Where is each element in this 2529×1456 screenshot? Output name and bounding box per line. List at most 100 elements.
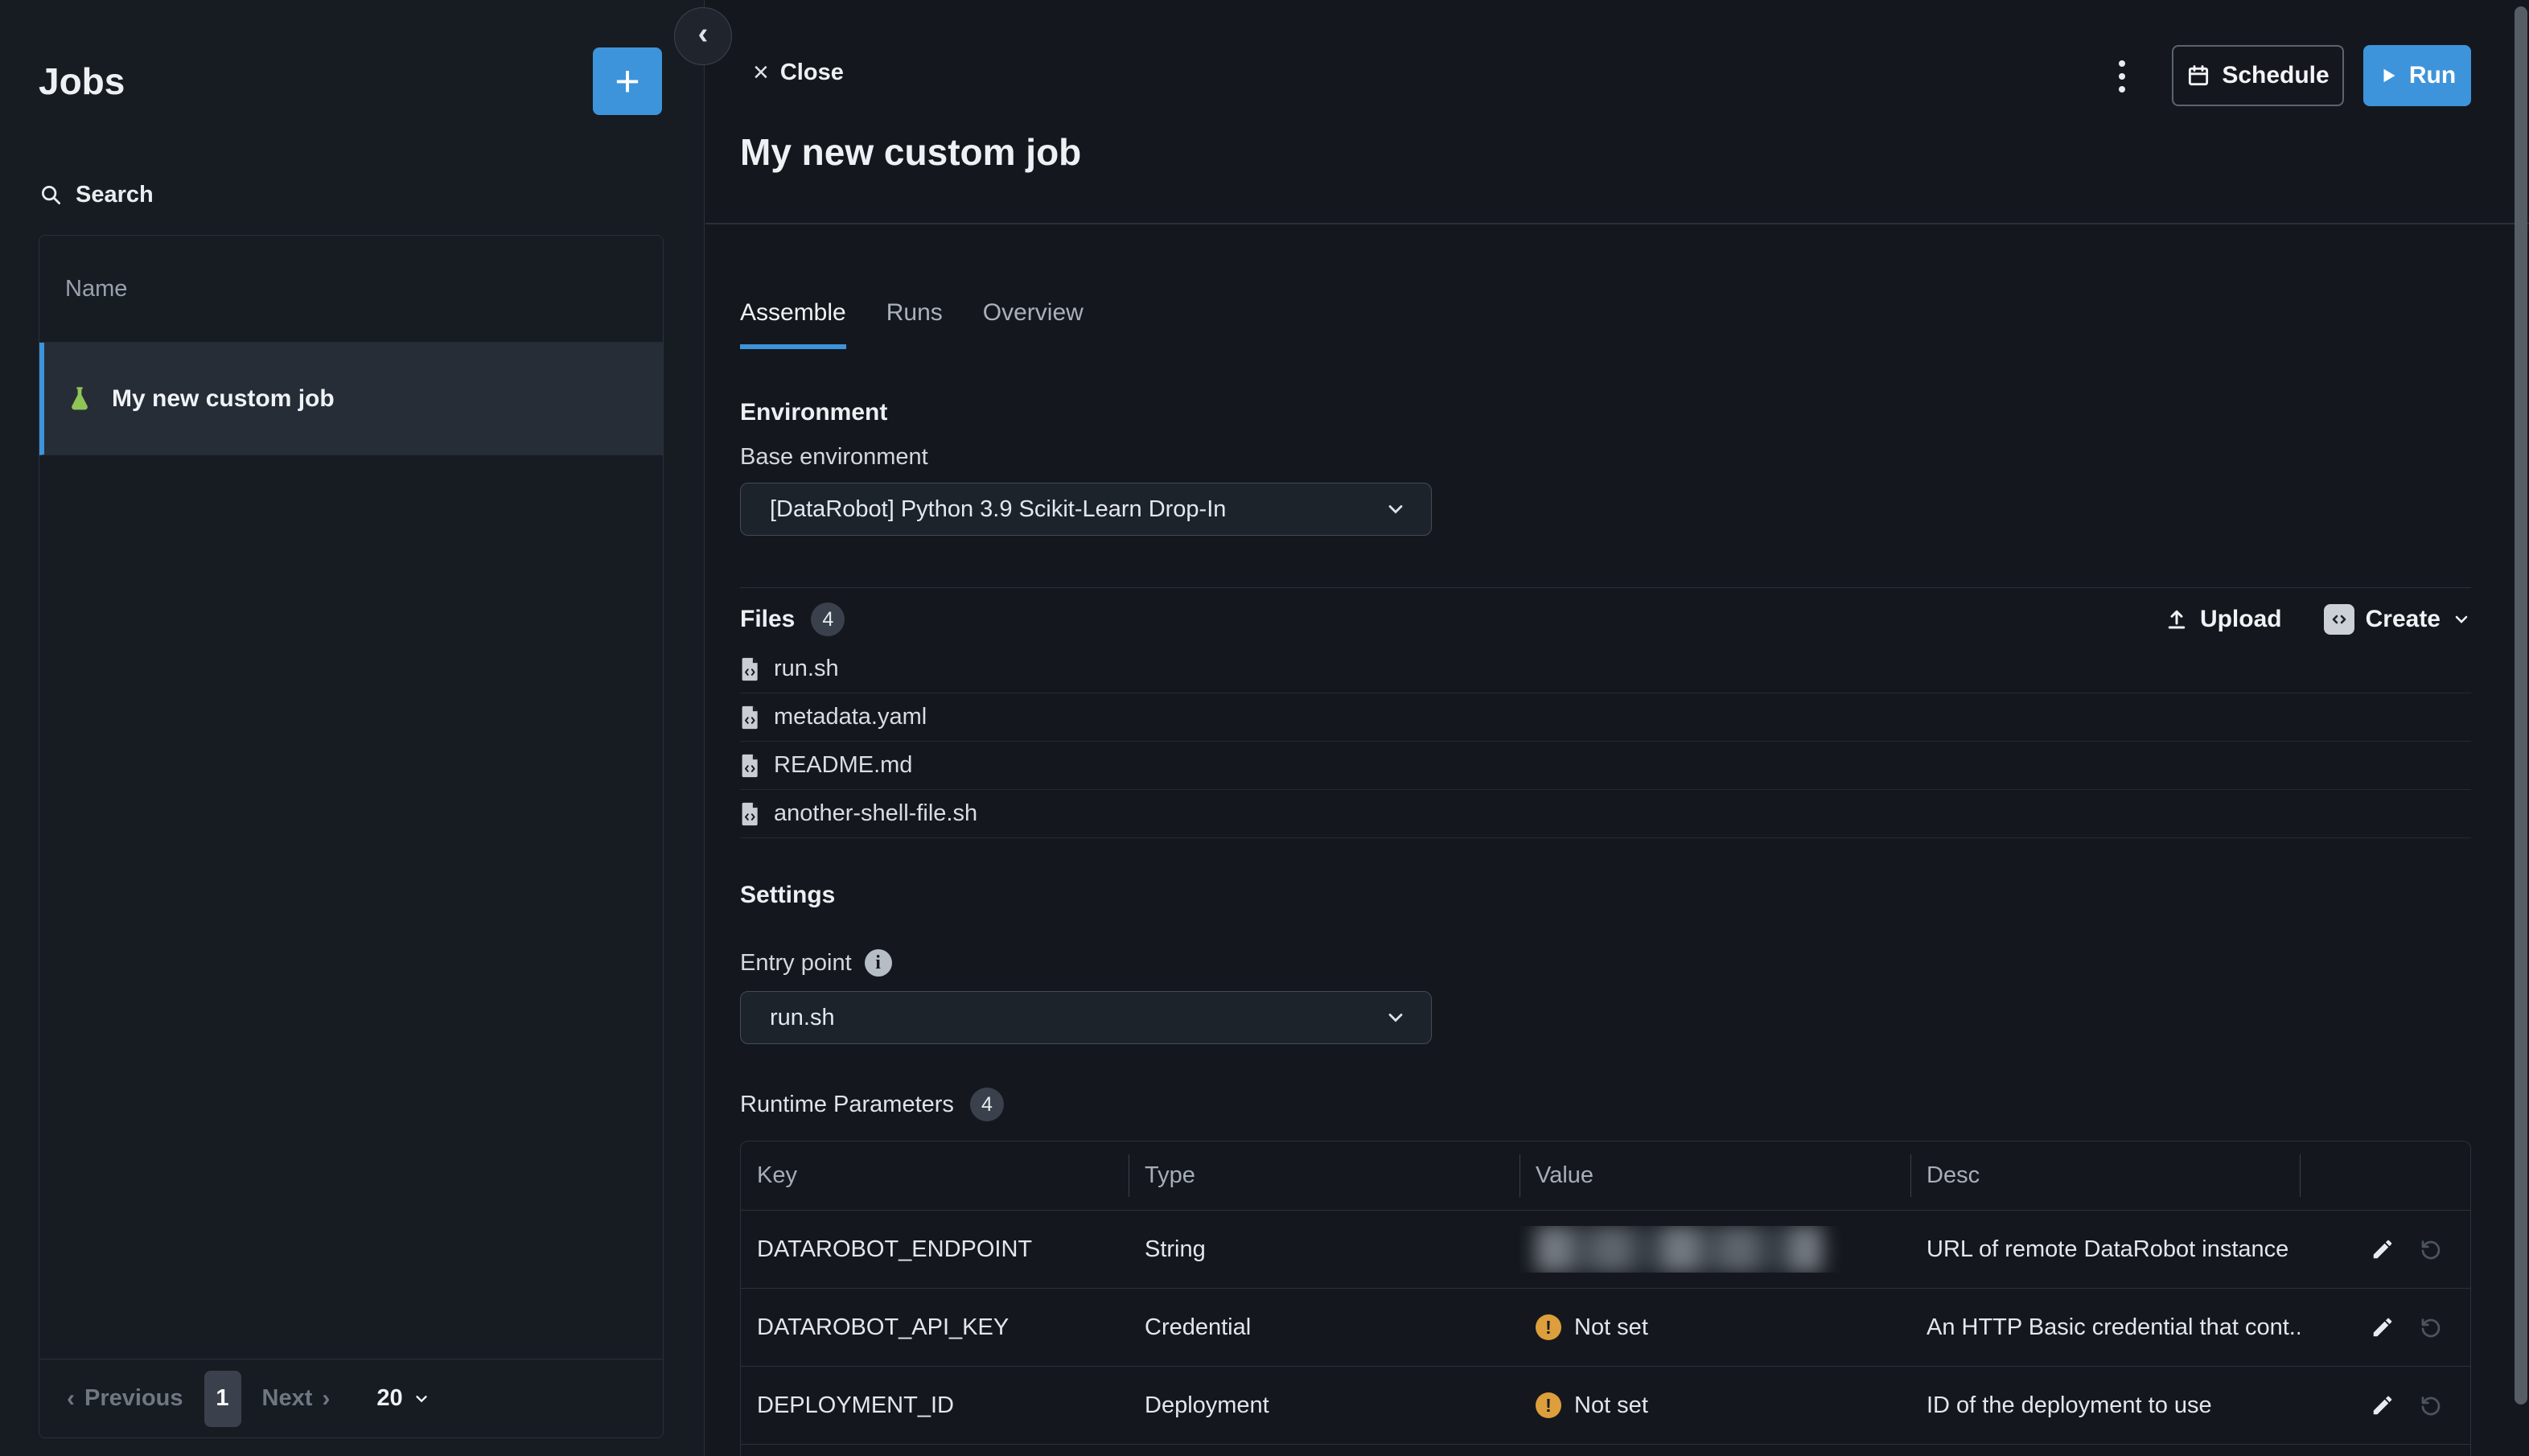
runtime-parameters-header: Runtime Parameters 4: [740, 1088, 1004, 1121]
base-environment-select[interactable]: [DataRobot] Python 3.9 Scikit-Learn Drop…: [740, 483, 1432, 536]
kebab-dot: [2119, 73, 2125, 80]
column-header-value: Value: [1519, 1141, 1910, 1210]
param-actions: [2300, 1315, 2470, 1339]
run-button[interactable]: Run: [2363, 45, 2471, 106]
chevron-right-icon: ›: [322, 1385, 330, 1413]
close-label: Close: [780, 60, 844, 86]
section-divider: [740, 587, 2471, 588]
param-type: Deployment: [1129, 1392, 1519, 1419]
create-label: Create: [2366, 606, 2441, 633]
tab-assemble[interactable]: Assemble: [740, 299, 846, 349]
column-header-desc: Desc: [1910, 1141, 2300, 1210]
base-environment-label: Base environment: [740, 444, 928, 471]
file-row[interactable]: README.md: [740, 742, 2471, 790]
settings-heading: Settings: [740, 882, 835, 909]
detail-tabs: Assemble Runs Overview: [740, 299, 1084, 349]
files-actions: Upload Create: [2165, 604, 2471, 635]
param-desc: URL of remote DataRobot instance: [1910, 1236, 2300, 1263]
base-environment-value: [DataRobot] Python 3.9 Scikit-Learn Drop…: [770, 496, 1226, 523]
param-value-text: Not set: [1574, 1314, 1648, 1341]
vertical-scrollbar[interactable]: [2513, 0, 2529, 1456]
tab-overview[interactable]: Overview: [983, 299, 1084, 349]
table-row: DATAROBOT_ENDPOINT String URL of remote …: [741, 1211, 2470, 1289]
previous-page-button[interactable]: ‹ Previous: [67, 1385, 183, 1413]
param-key: DEPLOYMENT_ID: [741, 1392, 1129, 1419]
header-divider: [705, 223, 2529, 224]
chevron-down-icon: [1384, 1006, 1407, 1029]
upload-label: Upload: [2200, 606, 2282, 633]
param-type: Credential: [1129, 1314, 1519, 1341]
add-job-button[interactable]: +: [593, 47, 662, 115]
reset-icon[interactable]: [2419, 1393, 2443, 1417]
entry-point-value: run.sh: [770, 1005, 835, 1031]
next-label: Next: [262, 1385, 313, 1412]
chevron-left-icon: ‹: [698, 17, 709, 51]
files-count-badge: 4: [811, 603, 845, 636]
jobs-sidebar: Jobs + Search Name My new custom: [0, 0, 705, 1456]
column-header-actions: [2300, 1141, 2470, 1210]
info-icon[interactable]: i: [865, 949, 892, 977]
search-icon: [39, 183, 63, 207]
param-desc: ID of the deployment to use: [1910, 1392, 2300, 1419]
flask-icon: [65, 385, 94, 413]
file-row[interactable]: metadata.yaml: [740, 693, 2471, 742]
file-row[interactable]: another-shell-file.sh: [740, 790, 2471, 838]
more-actions-button[interactable]: [2101, 45, 2143, 108]
entry-point-label-row: Entry point i: [740, 949, 892, 977]
job-list-item[interactable]: My new custom job: [39, 343, 663, 455]
scrollbar-thumb[interactable]: [2515, 6, 2527, 1405]
param-value: ! Not set: [1519, 1314, 1910, 1341]
file-row[interactable]: run.sh: [740, 645, 2471, 693]
environment-heading: Environment: [740, 399, 887, 426]
column-header-key: Key: [741, 1141, 1129, 1210]
chevron-down-icon: [2452, 610, 2471, 629]
param-actions: [2300, 1237, 2470, 1261]
reset-icon[interactable]: [2419, 1315, 2443, 1339]
job-item-label: My new custom job: [112, 385, 335, 413]
collapse-sidebar-button[interactable]: ‹: [674, 7, 732, 65]
column-header-type: Type: [1129, 1141, 1519, 1210]
files-heading-wrap: Files 4: [740, 603, 845, 636]
tab-runs[interactable]: Runs: [886, 299, 943, 349]
search-toggle[interactable]: Search: [39, 177, 154, 212]
file-icon: [740, 802, 761, 826]
kebab-dot: [2119, 60, 2125, 67]
jobs-app: Jobs + Search Name My new custom: [0, 0, 2529, 1456]
edit-icon[interactable]: [2371, 1315, 2395, 1339]
param-key: DATAROBOT_ENDPOINT: [741, 1236, 1129, 1263]
warning-icon: !: [1536, 1392, 1561, 1418]
next-page-button[interactable]: Next ›: [262, 1385, 331, 1413]
file-name: metadata.yaml: [774, 704, 927, 730]
param-value: ! Not set: [1519, 1392, 1910, 1419]
schedule-button[interactable]: Schedule: [2172, 45, 2344, 106]
param-type: String: [1129, 1236, 1519, 1263]
edit-icon[interactable]: [2371, 1237, 2395, 1261]
close-detail-button[interactable]: × Close: [753, 55, 844, 90]
reset-icon[interactable]: [2419, 1237, 2443, 1261]
runtime-parameters-table: Key Type Value Desc DATAROBOT_ENDPOINT S…: [740, 1141, 2471, 1456]
close-icon: ×: [753, 59, 769, 86]
files-heading: Files: [740, 606, 795, 633]
table-row: DATAROBOT_API_KEY Credential ! Not set A…: [741, 1289, 2470, 1367]
page-size-value: 20: [376, 1385, 402, 1412]
files-header: Files 4 Upload Create: [740, 598, 2471, 640]
chevron-down-icon: [413, 1390, 430, 1408]
page-size-select[interactable]: 20: [376, 1385, 430, 1412]
create-file-button[interactable]: Create: [2324, 604, 2471, 635]
sidebar-header: Jobs +: [39, 47, 662, 116]
entry-point-select[interactable]: run.sh: [740, 991, 1432, 1044]
param-value-text: Not set: [1574, 1392, 1648, 1419]
warning-icon: !: [1536, 1314, 1561, 1340]
chevron-down-icon: [1384, 498, 1407, 520]
chevron-left-icon: ‹: [67, 1385, 75, 1413]
upload-file-button[interactable]: Upload: [2165, 606, 2282, 633]
param-actions: [2300, 1393, 2470, 1417]
kebab-dot: [2119, 86, 2125, 93]
upload-icon: [2165, 607, 2189, 631]
runtime-parameters-heading: Runtime Parameters: [740, 1092, 954, 1118]
current-page-button[interactable]: 1: [204, 1371, 241, 1427]
edit-icon[interactable]: [2371, 1393, 2395, 1417]
runtime-parameters-count-badge: 4: [970, 1088, 1004, 1121]
run-label: Run: [2409, 62, 2456, 89]
file-icon: [740, 705, 761, 730]
